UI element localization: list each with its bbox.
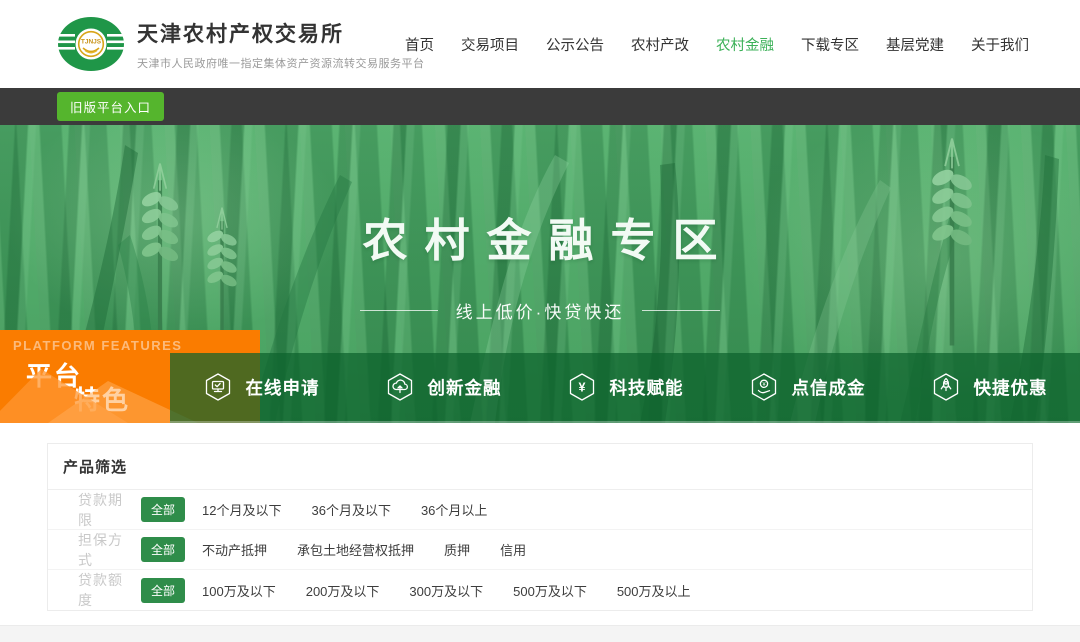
hero-subtitle: 线上低价·快贷快还 — [456, 298, 625, 323]
tech-yuan-icon: ¥ — [567, 372, 597, 402]
site-subtitle: 天津市人民政府唯一指定集体资产资源流转交易服务平台 — [137, 55, 425, 71]
site-logo: TJNJS — [57, 15, 125, 73]
filter-row-label: 贷款额度 — [78, 570, 137, 610]
filter-options: 12个月及以下 36个月及以下 36个月以上 — [202, 500, 487, 519]
site-title: 天津农村产权交易所 — [137, 18, 425, 48]
feature-label: 科技赋能 — [610, 375, 684, 400]
online-apply-monitor-icon — [203, 372, 233, 402]
nav-item-about[interactable]: 关于我们 — [971, 34, 1029, 55]
hero-title: 农村金融专区 — [0, 125, 1080, 269]
site-header: TJNJS 天津农村产权交易所 天津市人民政府唯一指定集体资产资源流转交易服务平… — [0, 0, 1080, 88]
filter-option[interactable]: 200万及以下 — [306, 581, 380, 600]
filter-option[interactable]: 质押 — [444, 540, 470, 559]
feature-label: 创新金融 — [428, 375, 502, 400]
filter-option[interactable]: 信用 — [500, 540, 526, 559]
hero-line-right — [642, 310, 720, 311]
innovation-cloud-icon — [385, 372, 415, 402]
filter-option[interactable]: 300万及以下 — [409, 581, 483, 600]
filter-option[interactable]: 500万及以下 — [513, 581, 587, 600]
logo-text: TJNJS — [81, 39, 102, 46]
footer-strip — [0, 625, 1080, 642]
feature-item-tech-empowerment[interactable]: ¥ 科技赋能 — [534, 353, 716, 421]
feature-label: 在线申请 — [246, 375, 320, 400]
brand-block: 天津农村产权交易所 天津市人民政府唯一指定集体资产资源流转交易服务平台 — [137, 18, 425, 71]
filter-row-guarantee-type: 担保方式 全部 不动产抵押 承包土地经营权抵押 质押 信用 — [48, 530, 1032, 570]
hero-banner: 农村金融专区 线上低价·快贷快还 PLATFORM FEATURES 平台 特色… — [0, 125, 1080, 423]
nav-item-notices[interactable]: 公示公告 — [546, 34, 604, 55]
feature-bar: 在线申请 创新金融 ¥ 科技赋能 ¥ 点信成金 — [170, 353, 1080, 423]
filter-selected-badge[interactable]: 全部 — [141, 578, 185, 603]
filter-options: 100万及以下 200万及以下 300万及以下 500万及以下 500万及以上 — [202, 581, 691, 600]
svg-text:¥: ¥ — [578, 381, 585, 395]
filter-option[interactable]: 承包土地经营权抵押 — [297, 540, 414, 559]
filter-option[interactable]: 100万及以下 — [202, 581, 276, 600]
credit-coin-hand-icon: ¥ — [749, 372, 779, 402]
filter-row-label: 贷款期限 — [78, 490, 137, 530]
filter-row-loan-term: 贷款期限 全部 12个月及以下 36个月及以下 36个月以上 — [48, 490, 1032, 530]
filter-row-loan-amount: 贷款额度 全部 100万及以下 200万及以下 300万及以下 500万及以下 500万… — [48, 570, 1032, 610]
feature-item-innovative-finance[interactable]: 创新金融 — [352, 353, 534, 421]
feature-item-credit-to-gold[interactable]: ¥ 点信成金 — [716, 353, 898, 421]
hero-line-left — [360, 310, 438, 311]
filter-row-label: 担保方式 — [78, 530, 137, 570]
main-nav: 首页 交易项目 公示公告 农村产改 农村金融 下载专区 基层党建 关于我们 — [405, 0, 1029, 88]
feature-label: 快捷优惠 — [974, 375, 1048, 400]
nav-item-home[interactable]: 首页 — [405, 34, 434, 55]
hero-subtitle-row: 线上低价·快贷快还 — [0, 298, 1080, 323]
old-platform-entry-button[interactable]: 旧版平台入口 — [57, 92, 164, 121]
filter-option[interactable]: 36个月以上 — [421, 500, 487, 519]
utility-bar: 旧版平台入口 — [0, 88, 1080, 125]
fast-rocket-icon — [931, 372, 961, 402]
nav-item-rural-reform[interactable]: 农村产改 — [631, 34, 689, 55]
feature-label: 点信成金 — [792, 375, 866, 400]
filter-selected-badge[interactable]: 全部 — [141, 497, 185, 522]
filter-option[interactable]: 500万及以上 — [617, 581, 691, 600]
platform-features-en-label: PLATFORM FEATURES — [13, 338, 182, 353]
feature-item-fast-discount[interactable]: 快捷优惠 — [898, 353, 1080, 421]
filter-option[interactable]: 36个月及以下 — [311, 500, 390, 519]
feature-item-online-apply[interactable]: 在线申请 — [170, 353, 352, 421]
filter-selected-badge[interactable]: 全部 — [141, 537, 185, 562]
product-filter-card: 产品筛选 贷款期限 全部 12个月及以下 36个月及以下 36个月以上 担保方式 全… — [47, 443, 1033, 611]
nav-item-projects[interactable]: 交易项目 — [461, 34, 519, 55]
filter-option[interactable]: 不动产抵押 — [202, 540, 267, 559]
filter-options: 不动产抵押 承包土地经营权抵押 质押 信用 — [202, 540, 526, 559]
nav-item-party-building[interactable]: 基层党建 — [886, 34, 944, 55]
nav-item-downloads[interactable]: 下载专区 — [801, 34, 859, 55]
filter-title: 产品筛选 — [48, 444, 1032, 490]
nav-item-rural-finance[interactable]: 农村金融 — [716, 34, 774, 55]
filter-option[interactable]: 12个月及以下 — [202, 500, 281, 519]
